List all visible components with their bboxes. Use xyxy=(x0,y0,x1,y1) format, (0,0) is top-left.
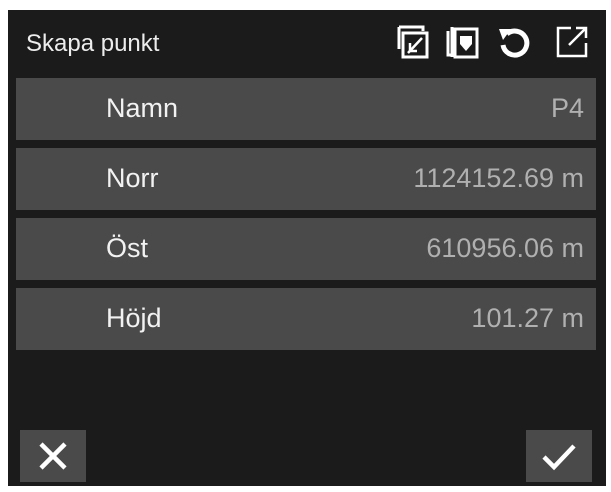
field-label: Namn xyxy=(106,93,179,123)
create-point-dialog: Skapa punkt Namn P4 Norr 1124152.69 m Ös… xyxy=(8,10,606,486)
field-label: Öst xyxy=(106,233,149,263)
field-value: 1124152.69 m xyxy=(413,163,584,193)
field-label: Norr xyxy=(106,163,159,193)
confirm-button[interactable] xyxy=(526,430,592,482)
field-value: P4 xyxy=(550,93,584,123)
dialog-header: Skapa punkt xyxy=(8,10,606,76)
measure-point-icon[interactable] xyxy=(390,20,434,64)
copy-point-icon[interactable] xyxy=(440,20,484,64)
field-label: Höjd xyxy=(106,303,162,333)
expand-icon[interactable] xyxy=(550,20,594,64)
field-row-east[interactable]: Öst 610956.06 m xyxy=(16,218,596,280)
close-icon xyxy=(39,442,67,470)
field-row-height[interactable]: Höjd 101.27 m xyxy=(16,288,596,350)
field-row-name[interactable]: Namn P4 xyxy=(16,78,596,140)
field-value: 610956.06 m xyxy=(426,233,584,263)
field-value: 101.27 m xyxy=(471,303,584,333)
field-row-north[interactable]: Norr 1124152.69 m xyxy=(16,148,596,210)
check-icon xyxy=(542,444,576,471)
reset-icon[interactable] xyxy=(492,20,536,64)
dialog-title: Skapa punkt xyxy=(26,30,160,57)
cancel-button[interactable] xyxy=(20,430,86,482)
